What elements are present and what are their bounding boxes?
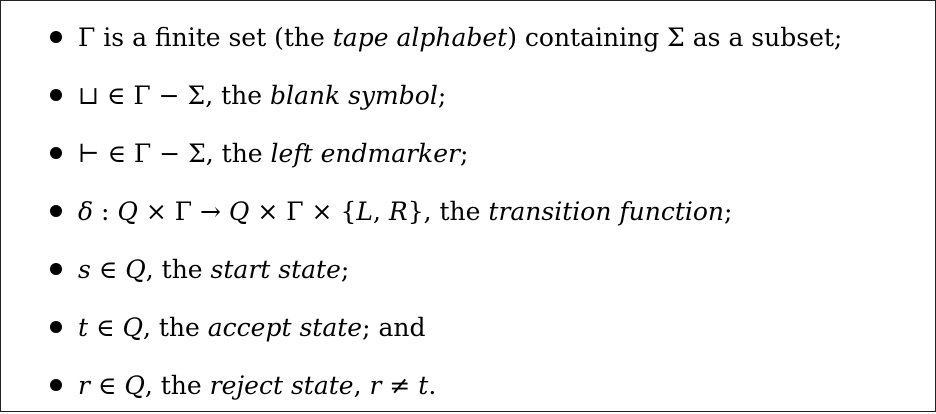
item-text: ⊢ ∈ Γ − Σ, the left endmarker; [78, 139, 468, 168]
text-segment: ∈ [90, 254, 126, 284]
text-segment: ∈ [89, 370, 125, 400]
text-segment: ⊢ ∈ Γ − Σ, the [78, 138, 271, 168]
bullet-icon [50, 379, 62, 391]
list-item: r ∈ Q, the reject state, r ≠ t. [50, 356, 916, 414]
italic-text: left endmarker [270, 138, 460, 168]
italic-text: s [78, 254, 91, 284]
text-segment: , the [142, 312, 208, 342]
list-item: δ : Q × Γ → Q × Γ × {L, R}, the transiti… [50, 182, 916, 240]
italic-text: Q [122, 312, 143, 342]
text-segment: }, the [407, 196, 489, 226]
text-segment: , the [144, 370, 210, 400]
list-item: ⊔ ∈ Γ − Σ, the blank symbol; [50, 66, 916, 124]
list-item: ⊢ ∈ Γ − Σ, the left endmarker; [50, 124, 916, 182]
italic-text: Q [125, 254, 146, 284]
text-segment: ⊔ ∈ Γ − Σ, the [78, 80, 270, 110]
bullet-icon [50, 321, 62, 333]
item-text: δ : Q × Γ → Q × Γ × {L, R}, the transiti… [78, 197, 732, 226]
italic-text: r [369, 370, 382, 400]
text-segment: × Γ × { [249, 196, 357, 226]
text-segment: : [93, 196, 118, 226]
text-segment: ; and [362, 312, 426, 342]
italic-text: t [78, 312, 89, 342]
text-segment: ; [724, 196, 733, 226]
italic-text: δ [78, 196, 94, 226]
italic-text: tape alphabet [332, 22, 508, 52]
text-segment: ; [340, 254, 350, 284]
italic-text: accept state [207, 312, 363, 342]
text-segment: ≠ [381, 370, 419, 400]
text-segment: , the [145, 254, 211, 284]
list-item: t ∈ Q, the accept state; and [50, 298, 916, 356]
definition-list: Γ is a finite set (the tape alphabet) co… [50, 8, 916, 414]
text-segment: . [428, 370, 437, 400]
italic-text: Q [117, 196, 138, 226]
item-text: s ∈ Q, the start state; [78, 255, 349, 284]
italic-text: transition function [488, 196, 725, 226]
item-text: Γ is a finite set (the tape alphabet) co… [78, 23, 842, 52]
item-text: ⊔ ∈ Γ − Σ, the blank symbol; [78, 81, 446, 110]
bullet-icon [50, 147, 62, 159]
text-segment: ) containing Σ as a subset; [507, 22, 843, 52]
italic-text: Q [124, 370, 145, 400]
list-item: Γ is a finite set (the tape alphabet) co… [50, 8, 916, 66]
text-segment: ; [459, 138, 469, 168]
italic-text: blank symbol [270, 80, 438, 110]
bullet-icon [50, 31, 62, 43]
bullet-icon [50, 89, 62, 101]
list-item: s ∈ Q, the start state; [50, 240, 916, 298]
italic-text: r [78, 370, 90, 400]
text-segment: × Γ → [137, 196, 229, 226]
bullet-icon [50, 205, 62, 217]
text-segment: Γ is a finite set (the [78, 22, 333, 52]
italic-text: start state [210, 254, 341, 284]
italic-text: L [356, 196, 373, 226]
italic-text: R [388, 196, 408, 226]
item-text: t ∈ Q, the accept state; and [78, 313, 425, 342]
bullet-icon [50, 263, 62, 275]
text-segment: , [372, 196, 389, 226]
text-segment: ∈ [88, 312, 123, 342]
italic-text: t [418, 370, 429, 400]
italic-text: reject state [209, 370, 354, 400]
text-segment: ; [437, 80, 447, 110]
italic-text: Q [228, 196, 250, 226]
text-segment: , [353, 370, 370, 400]
item-text: r ∈ Q, the reject state, r ≠ t. [78, 371, 436, 400]
